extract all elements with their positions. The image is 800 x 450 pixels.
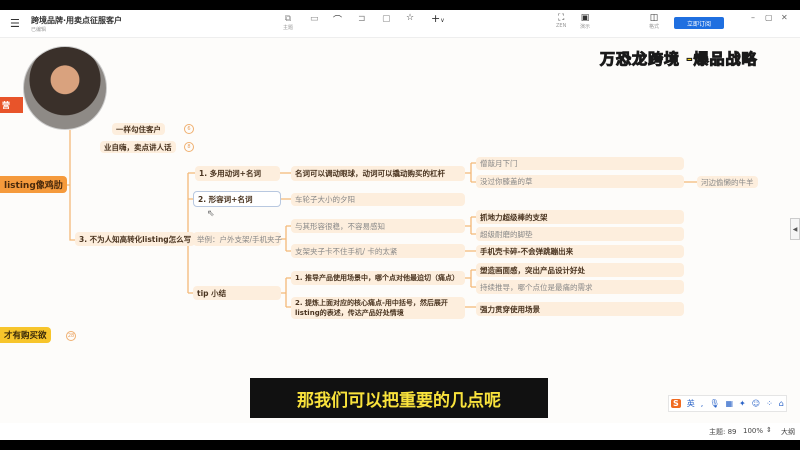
topic-node[interactable]: 1. 推导产品使用场景中，哪个点对他最迫切（痛点） — [291, 271, 465, 285]
topic-node[interactable]: 手机壳卡碎-不会弹跳蹦出来 — [476, 245, 684, 258]
ime-toolbar[interactable]: S 英, 🎙 ▦ ✦ ☺ ⁘ ⌂ — [668, 395, 787, 412]
topic-node[interactable]: 抓地力超级棒的支架 — [476, 210, 684, 224]
collapsed-count-badge[interactable]: 6 — [184, 124, 194, 134]
topic-node[interactable]: 名词可以调动眼球，动词可以撬动购买的杠杆 — [291, 166, 465, 181]
topic-node-selected[interactable]: 2. 形容词+名词 — [193, 191, 281, 207]
topic-node[interactable]: 超级耐磨的脚垫 — [476, 227, 684, 241]
topic-node[interactable]: tip 小结 — [193, 286, 281, 300]
topic-node[interactable]: 3. 不为人知高转化listing怎么写 — [75, 232, 196, 246]
mouse-cursor-icon: ⇖ — [207, 209, 215, 219]
video-subtitle: 那我们可以把重要的几点呢 — [250, 378, 548, 418]
ime-lang-icon[interactable]: 英 — [687, 398, 695, 409]
microphone-icon[interactable]: 🎙 — [709, 399, 719, 408]
topic-node[interactable]: 与其形容很稳，不容易感知 — [291, 219, 465, 233]
topic-node-desire[interactable]: 才有购买欲 — [0, 327, 51, 343]
topic-node[interactable]: 车轮子大小的夕阳 — [291, 193, 465, 206]
presenter-video — [23, 46, 107, 130]
topic-node[interactable]: 举例：户外支架/手机夹子 — [193, 232, 282, 246]
topic-node-marketing[interactable]: 营 — [0, 97, 23, 113]
topic-node[interactable]: 业自嗨，卖点讲人话 — [100, 141, 176, 153]
topic-node[interactable]: 支架夹子卡不住手机/ 卡的太紧 — [291, 244, 465, 258]
outline-button[interactable]: 大纲 — [781, 427, 795, 437]
topic-node[interactable]: 没过你膝盖的草 — [476, 175, 684, 188]
emoji-icon[interactable]: ☺ — [752, 399, 760, 408]
video-banner-title: 万恐龙跨境 -爆品战略 — [599, 50, 758, 69]
collapsed-count-badge[interactable]: 8 — [184, 142, 194, 152]
node-line: 2. 提炼上面对应的核心痛点-用中括号，然后展开 — [295, 299, 448, 307]
topic-node[interactable]: 持续推导，哪个点位是最痛的需求 — [476, 280, 684, 294]
topic-node[interactable]: 2. 提炼上面对应的核心痛点-用中括号，然后展开 listing的表述，传达产品好… — [291, 297, 465, 319]
mindmap-app: ☰ 跨境品牌·用卖点征服客户 已编辑 ⧉ 主题 ▭ ⌒ ⊐ ▢ ☆ +∨ ⛶ ZEN… — [0, 10, 800, 440]
topic-node[interactable]: 河边偷懒的牛羊 — [697, 176, 758, 188]
topic-count: 主题: 89 — [709, 428, 737, 436]
topic-node-listing[interactable]: listing像鸡肋 — [0, 176, 67, 193]
topic-node[interactable]: 一样勾住客户 — [112, 123, 165, 135]
mindmap-canvas[interactable]: 营 一样勾住客户 6 业自嗨，卖点讲人话 8 listing像鸡肋 3. 不为人… — [0, 38, 800, 423]
apps-icon[interactable]: ⁘ — [766, 399, 773, 408]
topic-node[interactable]: 1. 多用动词+名词 — [195, 166, 280, 181]
topic-node[interactable]: 塑造画面感，突出产品设计好处 — [476, 263, 684, 277]
node-line: listing的表述，传达产品好处情境 — [295, 309, 404, 317]
sogou-logo-icon: S — [671, 399, 681, 408]
status-bar: 主题: 89 100% ⇕ 大纲 — [0, 423, 800, 440]
keyboard-icon[interactable]: ▦ — [725, 399, 733, 408]
skin-icon[interactable]: ✦ — [739, 399, 746, 408]
collapsed-count-badge[interactable]: 28 — [66, 331, 76, 341]
topic-node[interactable]: 强力贯穿使用场景 — [476, 302, 684, 316]
toolbox-icon[interactable]: ⌂ — [779, 399, 784, 408]
zoom-level[interactable]: 100% — [743, 427, 763, 435]
topic-node[interactable]: 僧敲月下门 — [476, 157, 684, 170]
sidebar-toggle-icon[interactable]: ◀ — [790, 218, 800, 240]
zoom-stepper-icon[interactable]: ⇕ — [766, 426, 772, 434]
ime-punct-icon[interactable]: , — [701, 399, 704, 408]
